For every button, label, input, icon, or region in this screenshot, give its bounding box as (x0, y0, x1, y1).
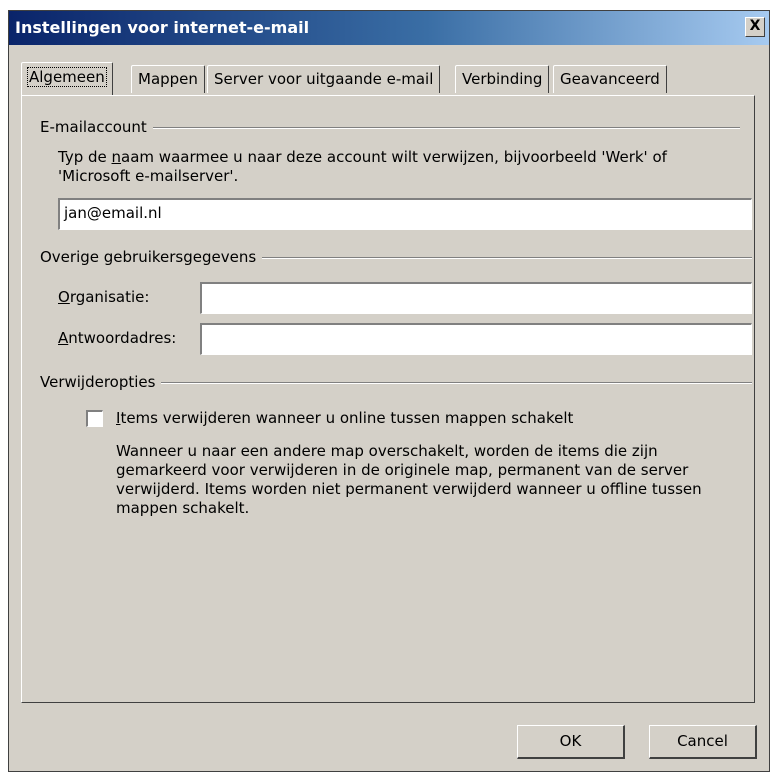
dialog-window: Instellingen voor internet-e-mail X Alge… (8, 10, 770, 772)
purge-explanation-line: Wanneer u naar een andere map overschake… (116, 442, 658, 460)
reply-address-label: Antwoordadres: (58, 329, 177, 347)
tab-label: Geavanceerd (560, 70, 660, 88)
section-heading: E-mailaccount (40, 118, 153, 136)
purge-explanation-line: mappen schakelt. (116, 499, 250, 517)
tab-verbinding[interactable]: Verbinding (455, 65, 550, 93)
section-heading: Overige gebruikersgegevens (40, 248, 263, 266)
tab-server-uitgaande-email[interactable]: Server voor uitgaande e-mail (207, 65, 441, 93)
tab-label: Verbinding (462, 70, 543, 88)
purge-explanation-line: verwijderd. Items worden niet permanent … (116, 480, 702, 498)
account-description-line2: 'Microsoft e-mailserver'. (58, 167, 239, 185)
purge-items-label[interactable]: Items verwijderen wanneer u online tusse… (116, 409, 573, 428)
reply-address-input[interactable] (200, 323, 752, 355)
email-account-section: E-mailaccount (40, 118, 740, 138)
account-name-input[interactable]: jan@email.nl (58, 198, 752, 230)
tab-label: Mappen (138, 70, 198, 88)
tab-mappen[interactable]: Mappen (131, 65, 205, 93)
organization-input[interactable] (200, 282, 752, 314)
close-icon[interactable]: X (745, 17, 765, 37)
delete-options-section: Verwijderopties (40, 373, 752, 393)
window-title: Instellingen voor internet-e-mail (15, 18, 310, 37)
title-bar[interactable]: Instellingen voor internet-e-mail X (9, 11, 769, 45)
tab-panel-algemeen: E-mailaccount Typ de naam waarmee u naar… (21, 95, 755, 703)
ok-button[interactable]: OK (517, 725, 625, 759)
purge-items-checkbox[interactable] (86, 410, 103, 427)
section-heading: Verwijderopties (40, 373, 162, 391)
tab-label: Server voor uitgaande e-mail (214, 70, 434, 88)
purge-explanation-line: gemarkeerd voor verwijderen in de origin… (116, 461, 689, 479)
tab-geavanceerd[interactable]: Geavanceerd (553, 65, 667, 93)
tab-label: Algemeen (27, 67, 107, 87)
user-info-section: Overige gebruikersgegevens (40, 248, 752, 268)
tab-algemeen[interactable]: Algemeen (21, 62, 113, 95)
cancel-button[interactable]: Cancel (649, 725, 757, 759)
organization-label: Organisatie: (58, 288, 150, 306)
account-description-line1: Typ de naam waarmee u naar deze account … (58, 148, 667, 166)
